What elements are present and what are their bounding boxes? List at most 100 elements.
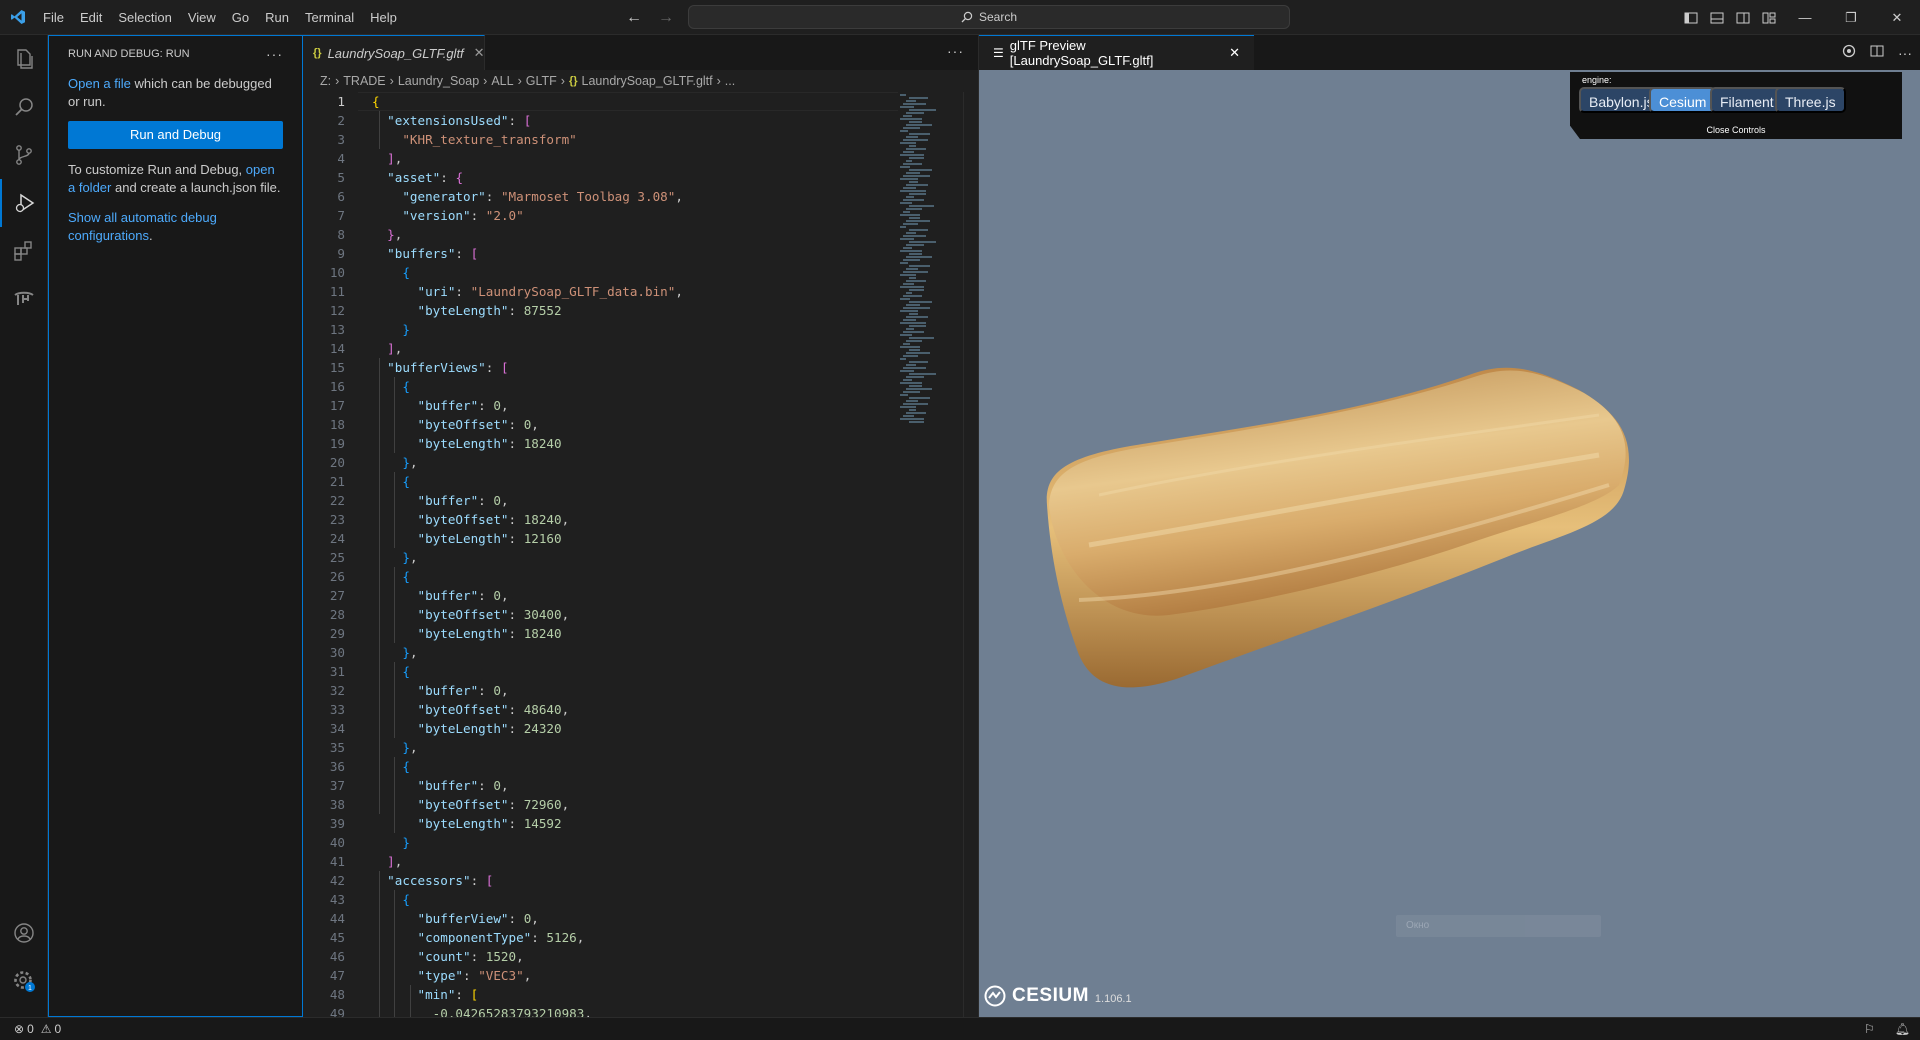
code-line[interactable]: 45 "componentType": 5126, <box>303 928 883 947</box>
engine-threejs-button[interactable]: Three.js <box>1775 87 1846 113</box>
code-line[interactable]: 32 "buffer": 0, <box>303 681 883 700</box>
source-control-icon[interactable] <box>0 131 48 179</box>
code-line[interactable]: 47 "type": "VEC3", <box>303 966 883 985</box>
code-line[interactable]: 24 "byteLength": 12160 <box>303 529 883 548</box>
menu-edit[interactable]: Edit <box>72 0 110 35</box>
code-line[interactable]: 7 "version": "2.0" <box>303 206 883 225</box>
code-line[interactable]: 2 "extensionsUsed": [ <box>303 111 883 130</box>
search-view-icon[interactable] <box>0 83 48 131</box>
tab-gltf-preview[interactable]: ☰ glTF Preview [LaundrySoap_GLTF.gltf] ✕ <box>979 35 1254 70</box>
restore-icon[interactable]: ❐ <box>1828 0 1874 35</box>
code-line[interactable]: 3 "KHR_texture_transform" <box>303 130 883 149</box>
code-line[interactable]: 49 -0.04265283793210983, <box>303 1004 883 1017</box>
explorer-icon[interactable] <box>0 35 48 83</box>
code-line[interactable]: 9 "buffers": [ <box>303 244 883 263</box>
menu-selection[interactable]: Selection <box>110 0 179 35</box>
menu-file[interactable]: File <box>35 0 72 35</box>
breadcrumb-item[interactable]: Laundry_Soap <box>398 74 479 88</box>
soap-model[interactable] <box>1039 345 1639 695</box>
code-line[interactable]: 8 }, <box>303 225 883 244</box>
run-and-debug-button[interactable]: Run and Debug <box>68 121 283 149</box>
toggle-panel-icon[interactable] <box>1704 0 1730 35</box>
feedback-icon[interactable]: ⚐ <box>1864 1022 1875 1036</box>
menu-go[interactable]: Go <box>224 0 257 35</box>
code-line[interactable]: 44 "bufferView": 0, <box>303 909 883 928</box>
3d-viewport[interactable]: engine: Babylon.js Cesium Filament Three… <box>979 70 1920 1017</box>
code-line[interactable]: 19 "byteLength": 18240 <box>303 434 883 453</box>
code-line[interactable]: 1{ <box>303 92 883 111</box>
run-debug-icon[interactable] <box>0 179 48 227</box>
forward-arrow-icon[interactable]: → <box>658 9 674 27</box>
code-line[interactable]: 41 ], <box>303 852 883 871</box>
editor-scrollbar[interactable] <box>963 92 964 1017</box>
close-controls-button[interactable]: Close Controls <box>1570 125 1902 135</box>
editor-more-actions-icon[interactable]: ··· <box>947 43 964 59</box>
code-line[interactable]: 30 }, <box>303 643 883 662</box>
engine-cesium-button[interactable]: Cesium <box>1649 87 1717 113</box>
code-line[interactable]: 23 "byteOffset": 18240, <box>303 510 883 529</box>
code-line[interactable]: 20 }, <box>303 453 883 472</box>
gltf-settings-icon[interactable] <box>1842 44 1856 61</box>
breadcrumb-item[interactable]: TRADE <box>343 74 385 88</box>
breadcrumb-item[interactable]: ... <box>725 74 735 88</box>
code-line[interactable]: 12 "byteLength": 87552 <box>303 301 883 320</box>
code-line[interactable]: 17 "buffer": 0, <box>303 396 883 415</box>
close-window-icon[interactable]: ✕ <box>1874 0 1920 35</box>
breadcrumb-item[interactable]: ALL <box>491 74 513 88</box>
code-line[interactable]: 5 "asset": { <box>303 168 883 187</box>
code-line[interactable]: 34 "byteLength": 24320 <box>303 719 883 738</box>
code-line[interactable]: 29 "byteLength": 18240 <box>303 624 883 643</box>
cesium-credit[interactable]: CESIUM 1.106.1 <box>984 985 1132 1007</box>
toggle-secondary-sidebar-icon[interactable] <box>1730 0 1756 35</box>
tab-laundrysoap-gltf[interactable]: {} LaundrySoap_GLTF.gltf ✕ <box>303 35 485 70</box>
menu-help[interactable]: Help <box>362 0 405 35</box>
accounts-icon[interactable] <box>0 909 48 957</box>
customize-layout-icon[interactable] <box>1756 0 1782 35</box>
open-file-link[interactable]: Open a file <box>68 76 131 91</box>
code-line[interactable]: 15 "bufferViews": [ <box>303 358 883 377</box>
code-line[interactable]: 37 "buffer": 0, <box>303 776 883 795</box>
code-line[interactable]: 6 "generator": "Marmoset Toolbag 3.08", <box>303 187 883 206</box>
code-line[interactable]: 4 ], <box>303 149 883 168</box>
menu-terminal[interactable]: Terminal <box>297 0 362 35</box>
code-line[interactable]: 14 ], <box>303 339 883 358</box>
code-line[interactable]: 43 { <box>303 890 883 909</box>
code-line[interactable]: 39 "byteLength": 14592 <box>303 814 883 833</box>
manage-gear-icon[interactable]: 1 <box>0 957 48 1005</box>
code-line[interactable]: 42 "accessors": [ <box>303 871 883 890</box>
code-line[interactable]: 35 }, <box>303 738 883 757</box>
toggle-primary-sidebar-icon[interactable] <box>1678 0 1704 35</box>
code-line[interactable]: 46 "count": 1520, <box>303 947 883 966</box>
minimize-icon[interactable]: — <box>1782 0 1828 35</box>
preview-tab-close-icon[interactable]: ✕ <box>1229 45 1240 61</box>
code-line[interactable]: 21 { <box>303 472 883 491</box>
code-line[interactable]: 16 { <box>303 377 883 396</box>
tab-close-icon[interactable]: ✕ <box>474 45 485 61</box>
code-line[interactable]: 38 "byteOffset": 72960, <box>303 795 883 814</box>
terraform-icon[interactable] <box>0 275 48 323</box>
code-line[interactable]: 10 { <box>303 263 883 282</box>
split-editor-icon[interactable] <box>1870 44 1884 61</box>
preview-more-actions-icon[interactable]: ··· <box>1898 45 1912 61</box>
code-line[interactable]: 28 "byteOffset": 30400, <box>303 605 883 624</box>
code-line[interactable]: 18 "byteOffset": 0, <box>303 415 883 434</box>
code-line[interactable]: 33 "byteOffset": 48640, <box>303 700 883 719</box>
breadcrumb-item[interactable]: LaundrySoap_GLTF.gltf <box>582 74 713 88</box>
menu-view[interactable]: View <box>180 0 224 35</box>
code-area[interactable]: 1{2 "extensionsUsed": [3 "KHR_texture_tr… <box>303 92 978 1017</box>
minimap[interactable] <box>898 92 968 1017</box>
breadcrumb-item[interactable]: GLTF <box>526 74 557 88</box>
code-line[interactable]: 25 }, <box>303 548 883 567</box>
show-all-debug-configs-link[interactable]: Show all automatic debug configurations <box>68 210 217 243</box>
code-line[interactable]: 36 { <box>303 757 883 776</box>
menu-run[interactable]: Run <box>257 0 297 35</box>
code-line[interactable]: 31 { <box>303 662 883 681</box>
code-line[interactable]: 48 "min": [ <box>303 985 883 1004</box>
breadcrumb-item[interactable]: Z: <box>320 74 331 88</box>
code-line[interactable]: 26 { <box>303 567 883 586</box>
extensions-icon[interactable] <box>0 227 48 275</box>
sidebar-more-icon[interactable]: ··· <box>266 46 283 62</box>
notifications-bell-icon[interactable]: 🔔︎ <box>1895 1022 1910 1036</box>
code-line[interactable]: 22 "buffer": 0, <box>303 491 883 510</box>
command-center-search[interactable]: Search <box>688 5 1290 29</box>
